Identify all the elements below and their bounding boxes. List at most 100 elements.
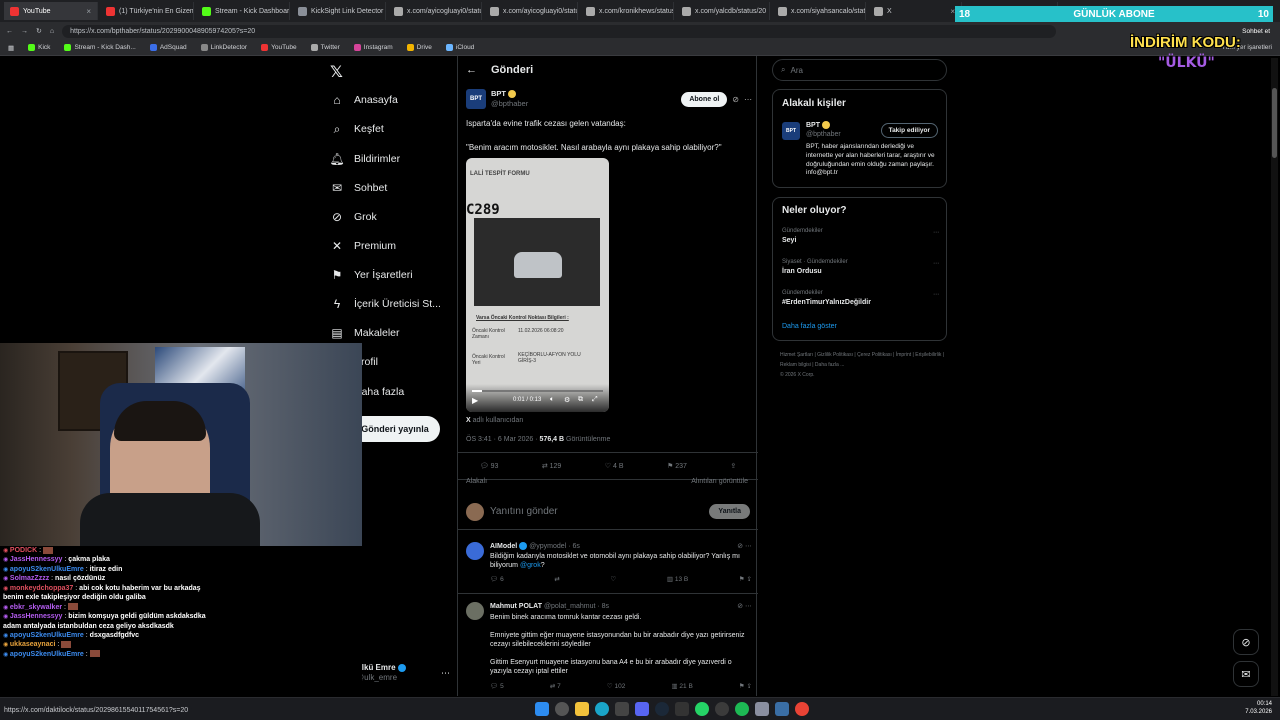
chat-username[interactable]: JassHennessyy — [10, 556, 63, 563]
via-text[interactable]: adlı kullanıcıdan — [473, 417, 524, 424]
like-action[interactable]: ♡ 102 — [607, 683, 626, 692]
address-bar[interactable]: https://x.com/bpthaber/status/2029900048… — [62, 24, 1057, 38]
browser-tab[interactable]: x.com/kronikhews/status× — [580, 2, 674, 20]
discord-icon[interactable] — [635, 702, 649, 716]
views-action[interactable]: ▥ 21 B — [671, 683, 692, 692]
avatar[interactable] — [466, 602, 484, 620]
bookmark-icon[interactable]: ⚑ ⇪ — [739, 575, 752, 583]
reply-item[interactable]: AIModel @ypymodel · 6s ⊘ ⋯ Bildiğim kada… — [458, 536, 758, 594]
settings-icon[interactable]: ⚙ — [564, 396, 570, 404]
browser-tab[interactable]: Stream - Kick Dashboard× — [196, 2, 290, 20]
browser-tab[interactable]: x.com/yalcdb/status/20× — [676, 2, 770, 20]
nav-articles[interactable]: ▤ Makaleler — [330, 326, 399, 340]
taskbar-clock[interactable]: 00:14 7.03.2026 — [1245, 701, 1272, 717]
bookmark-item[interactable]: YouTube — [261, 44, 297, 51]
trend-item[interactable]: Gündemdekiler Seyi ⋯ — [782, 227, 939, 247]
more-icon[interactable]: ⊘ ⋯ — [737, 542, 752, 550]
bookmark-item[interactable]: Kick — [28, 44, 50, 51]
grok-floating-button[interactable]: ⊘ — [1233, 629, 1259, 655]
author-name[interactable]: BPT — [491, 89, 506, 98]
reply-author-name[interactable]: AIModel — [490, 543, 517, 550]
reply-author-name[interactable]: Mahmut POLAT — [490, 603, 542, 610]
app-icon[interactable] — [775, 702, 789, 716]
chat-username[interactable]: apoyuS2kenUlkuEmre — [10, 632, 84, 639]
more-icon[interactable]: ⊘ ⋯ — [737, 602, 752, 611]
chat-username[interactable]: PODICK — [10, 547, 37, 554]
view-quotes-link[interactable]: Alıntıları görüntüle — [691, 478, 748, 485]
trend-item[interactable]: Siyaset · Gündemdekiler İran Ordusu ⋯ — [782, 258, 939, 278]
bookmark-item[interactable]: LinkDetector — [200, 44, 247, 51]
post-button[interactable]: Gönderi yayınla — [350, 416, 440, 442]
author-handle[interactable]: @bpthaber — [491, 99, 528, 109]
chat-username[interactable]: apoyuS2kenUlkuEmre — [10, 566, 84, 573]
app-icon[interactable] — [755, 702, 769, 716]
reply-action[interactable]: 💬︎ 93 — [480, 462, 499, 470]
chat-username[interactable]: ebkr_skywalker — [10, 604, 62, 611]
nav-explore[interactable]: ⌕ Keşfet — [330, 122, 384, 136]
browser-tab[interactable]: x.com/siyahsancalo/statu× — [772, 2, 866, 20]
footer-link[interactable]: Daha fazla ... — [815, 362, 844, 368]
steam-icon[interactable] — [655, 702, 669, 716]
share-icon[interactable]: ⇪ — [730, 462, 736, 470]
browser-tab[interactable]: x.com/ayicogluayi0/statu× — [388, 2, 482, 20]
footer-link[interactable]: Reklam bilgisi — [780, 362, 811, 368]
pip-icon[interactable]: ⧉ — [578, 396, 583, 404]
more-icon[interactable]: ⋯ — [933, 229, 939, 238]
reply-author-handle[interactable]: @ypymodel · 6s — [529, 543, 580, 550]
footer-link[interactable]: İmprint — [896, 352, 911, 358]
volume-icon[interactable]: 🔈︎ — [550, 396, 554, 404]
nav-home[interactable]: ⌂ Anasayfa — [330, 93, 397, 107]
nav-premium[interactable]: ✕ Premium — [330, 239, 396, 253]
like-action[interactable]: ♡ 4 B — [605, 462, 624, 470]
mention-link[interactable]: @grok — [520, 562, 541, 569]
browser-tab[interactable]: X× — [868, 2, 962, 20]
messages-floating-button[interactable]: ✉ — [1233, 661, 1259, 687]
reply-action[interactable]: 💬︎ 5 — [490, 683, 504, 692]
chat-username[interactable]: JassHennessyy — [10, 613, 63, 620]
footer-link[interactable]: Erişilebilirlik — [915, 352, 941, 358]
bookmark-item[interactable]: Drive — [406, 44, 432, 51]
more-icon[interactable]: ⋯ — [933, 260, 939, 269]
related-avatar[interactable]: BPT — [782, 122, 800, 140]
repost-icon[interactable]: ⇄ — [554, 575, 559, 583]
start-icon[interactable] — [535, 702, 549, 716]
app-icon[interactable] — [715, 702, 729, 716]
scrollbar[interactable] — [1271, 58, 1278, 696]
reply-author-handle[interactable]: @polat_mahmut · 8s — [544, 603, 609, 610]
bookmark-icon[interactable]: ⚑ ⇪ — [739, 683, 752, 692]
bookmark-item[interactable]: Stream - Kick Dash... — [64, 44, 136, 51]
post-timestamp[interactable]: ÖS 3:41 · 6 Mar 2026 · — [466, 436, 538, 443]
relevant-sort[interactable]: Alakalı — [466, 478, 487, 485]
bookmark-action[interactable]: ⚑ 237 — [667, 462, 687, 470]
video-player[interactable]: LALİ TESPİT FORMU C289 Varsa Öncaki Kont… — [466, 158, 609, 412]
nav-messages[interactable]: ✉ Sohbet — [330, 181, 387, 195]
following-button[interactable]: Takip ediliyor — [880, 123, 938, 138]
subscribe-button[interactable]: Abone ol — [681, 91, 728, 107]
x-logo-icon[interactable]: 𝕏 — [330, 62, 343, 82]
bookmark-item[interactable]: Instagram — [353, 44, 393, 51]
chat-username[interactable]: ukkaseaynaci — [10, 641, 56, 648]
browser-tab[interactable]: YouTube × — [4, 2, 98, 20]
related-name[interactable]: BPT — [806, 122, 820, 129]
spotify-icon[interactable] — [735, 702, 749, 716]
views-action[interactable]: ▥ 13 B — [667, 575, 688, 583]
reply-item[interactable]: Mahmut POLAT @polat_mahmut · 8s ⊘ ⋯ Beni… — [458, 596, 758, 696]
browser-tab[interactable]: KickSight Link Detector× — [292, 2, 386, 20]
reply-button[interactable]: Yanıtla — [709, 504, 750, 519]
avatar[interactable] — [466, 542, 484, 560]
bookmark-item[interactable]: AdSquad — [149, 44, 187, 51]
footer-link[interactable]: Çerez Politikası — [857, 352, 892, 358]
reload-icon[interactable]: ↻ — [36, 27, 42, 35]
whatsapp-icon[interactable] — [695, 702, 709, 716]
nav-notifications[interactable]: 🔔︎ Bildirimler — [329, 152, 400, 166]
back-arrow-icon[interactable]: ← — [466, 64, 477, 76]
fullscreen-icon[interactable]: ⤢ — [592, 396, 598, 404]
nav-grok[interactable]: ⊘ Grok — [330, 210, 377, 224]
video-progress-bar[interactable] — [472, 390, 603, 392]
edge-icon[interactable] — [595, 702, 609, 716]
nav-creator-studio[interactable]: ϟ İçerik Üreticisi St... — [330, 297, 441, 311]
browser-tab[interactable]: x.com/ayicogluayi0/statu× — [484, 2, 578, 20]
heart-icon[interactable]: ♡ — [610, 575, 616, 583]
app-icon[interactable] — [675, 702, 689, 716]
reply-action[interactable]: 💬︎ 6 — [490, 575, 504, 583]
